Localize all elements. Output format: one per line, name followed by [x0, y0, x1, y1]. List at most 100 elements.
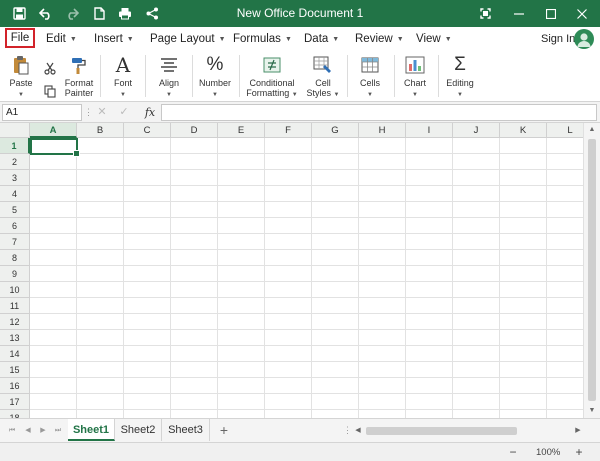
scroll-down-icon[interactable]: ▼ — [584, 404, 600, 418]
format-painter-button[interactable]: Format Painter — [64, 51, 94, 102]
menu-file[interactable]: File — [5, 28, 35, 48]
font-icon: A — [108, 53, 138, 77]
menu-insert[interactable]: Insert ▼ — [94, 27, 134, 51]
name-box[interactable]: A1 — [2, 104, 82, 121]
add-sheet-button[interactable]: + — [216, 419, 232, 443]
row-header-13[interactable]: 13 — [0, 330, 30, 346]
resize-handle-icon[interactable]: ⋮ — [84, 104, 93, 121]
column-header-f[interactable]: F — [265, 123, 312, 138]
column-header-l[interactable]: L — [547, 123, 583, 138]
maximize-icon[interactable] — [535, 0, 567, 27]
row-header-7[interactable]: 7 — [0, 234, 30, 250]
horizontal-scroll-thumb[interactable] — [366, 427, 517, 435]
avatar[interactable] — [574, 29, 594, 49]
column-header-h[interactable]: H — [359, 123, 406, 138]
column-header-k[interactable]: K — [500, 123, 547, 138]
zoom-in-button[interactable]: + — [572, 443, 586, 461]
row-header-1[interactable]: 1 — [0, 138, 30, 154]
redo-icon[interactable] — [59, 0, 85, 27]
chevron-down-icon: ▼ — [444, 36, 452, 43]
conditional-formatting-label-1: Conditional — [249, 78, 295, 88]
cell-styles-button[interactable]: Cell Styles ▼ — [307, 51, 339, 102]
sheet-tab-sheet2[interactable]: Sheet2 — [115, 419, 162, 441]
row-header-11[interactable]: 11 — [0, 298, 30, 314]
row-header-9[interactable]: 9 — [0, 266, 30, 282]
row-header-5[interactable]: 5 — [0, 202, 30, 218]
vertical-scroll-thumb[interactable] — [588, 139, 596, 401]
close-icon[interactable] — [566, 0, 598, 27]
row-header-2[interactable]: 2 — [0, 154, 30, 170]
row-header-3[interactable]: 3 — [0, 170, 30, 186]
column-header-e[interactable]: E — [218, 123, 265, 138]
fullscreen-icon[interactable] — [469, 0, 501, 27]
horizontal-scrollbar[interactable]: ◀ ▶ — [352, 424, 584, 438]
row-header-10[interactable]: 10 — [0, 282, 30, 298]
prev-sheet-icon[interactable]: ◀ — [22, 419, 34, 443]
cells-button[interactable]: Cells ▼ — [356, 51, 384, 102]
column-header-d[interactable]: D — [171, 123, 218, 138]
row-header-15[interactable]: 15 — [0, 362, 30, 378]
zoom-level[interactable]: 100% — [536, 443, 560, 461]
chart-button[interactable]: Chart ▼ — [401, 51, 429, 102]
print-icon[interactable] — [112, 0, 138, 27]
format-painter-label-2: Painter — [64, 88, 94, 98]
sheet-tab-sheet1[interactable]: Sheet1 — [68, 419, 115, 441]
sheet-tab-sheet3[interactable]: Sheet3 — [162, 419, 210, 441]
undo-icon[interactable] — [33, 0, 59, 27]
cells-area[interactable] — [30, 138, 583, 418]
column-header-g[interactable]: G — [312, 123, 359, 138]
select-all-corner[interactable] — [0, 123, 30, 138]
editing-button[interactable]: Σ Editing ▼ — [446, 51, 474, 102]
menu-view[interactable]: View ▼ — [416, 27, 452, 51]
column-header-a[interactable]: A — [30, 123, 77, 138]
chevron-down-icon: ▼ — [333, 92, 340, 98]
conditional-formatting-button[interactable]: Conditional Formatting ▼ — [246, 51, 298, 102]
row-header-17[interactable]: 17 — [0, 394, 30, 410]
menu-edit[interactable]: Edit ▼ — [46, 27, 77, 51]
menu-formulas[interactable]: Formulas ▼ — [233, 27, 292, 51]
last-sheet-icon[interactable]: ⏭ — [52, 419, 64, 443]
paste-button[interactable]: Paste ▼ — [6, 51, 36, 102]
vertical-scrollbar[interactable]: ▲ ▼ — [583, 123, 600, 418]
menu-data[interactable]: Data ▼ — [304, 27, 339, 51]
column-header-b[interactable]: B — [77, 123, 124, 138]
column-header-i[interactable]: I — [406, 123, 453, 138]
column-header-j[interactable]: J — [453, 123, 500, 138]
align-button[interactable]: Align ▼ — [154, 51, 184, 102]
menu-page-layout[interactable]: Page Layout ▼ — [150, 27, 226, 51]
chevron-down-icon: ▼ — [69, 36, 77, 43]
new-document-icon[interactable] — [86, 0, 112, 27]
cut-button[interactable] — [40, 51, 60, 75]
scroll-right-icon[interactable]: ▶ — [572, 424, 584, 438]
cancel-icon[interactable]: ✕ — [94, 104, 110, 121]
menu-review[interactable]: Review ▼ — [355, 27, 404, 51]
zoom-out-button[interactable]: − — [506, 443, 520, 461]
formula-input[interactable] — [161, 104, 597, 121]
active-cell-a1[interactable] — [30, 138, 80, 157]
font-button[interactable]: A Font ▼ — [108, 51, 138, 102]
next-sheet-icon[interactable]: ▶ — [37, 419, 49, 443]
scroll-left-icon[interactable]: ◀ — [352, 424, 364, 438]
number-icon-glyph: % — [206, 54, 224, 75]
row-header-8[interactable]: 8 — [0, 250, 30, 266]
tab-splitter-handle[interactable]: ⋮ — [343, 419, 352, 443]
check-icon[interactable]: ✓ — [116, 104, 132, 121]
row-header-18[interactable]: 18 — [0, 410, 30, 418]
minimize-icon[interactable] — [503, 0, 535, 27]
scroll-up-icon[interactable]: ▲ — [584, 123, 600, 137]
column-header-c[interactable]: C — [124, 123, 171, 138]
row-header-6[interactable]: 6 — [0, 218, 30, 234]
status-bar: − 100% + — [0, 442, 600, 461]
first-sheet-icon[interactable]: ⏮ — [6, 419, 18, 443]
chevron-down-icon: ▼ — [218, 36, 226, 43]
insert-function-button[interactable]: fx — [141, 104, 159, 121]
row-header-4[interactable]: 4 — [0, 186, 30, 202]
row-header-12[interactable]: 12 — [0, 314, 30, 330]
row-header-14[interactable]: 14 — [0, 346, 30, 362]
share-icon[interactable] — [139, 0, 165, 27]
number-button[interactable]: % Number ▼ — [199, 51, 231, 102]
save-icon[interactable] — [6, 0, 32, 27]
sign-in-link[interactable]: Sign In — [541, 27, 575, 51]
sheet-tab-bar: ⏮ ◀ ▶ ⏭ Sheet1 Sheet2 Sheet3 + ⋮ ◀ ▶ — [0, 418, 600, 442]
row-header-16[interactable]: 16 — [0, 378, 30, 394]
